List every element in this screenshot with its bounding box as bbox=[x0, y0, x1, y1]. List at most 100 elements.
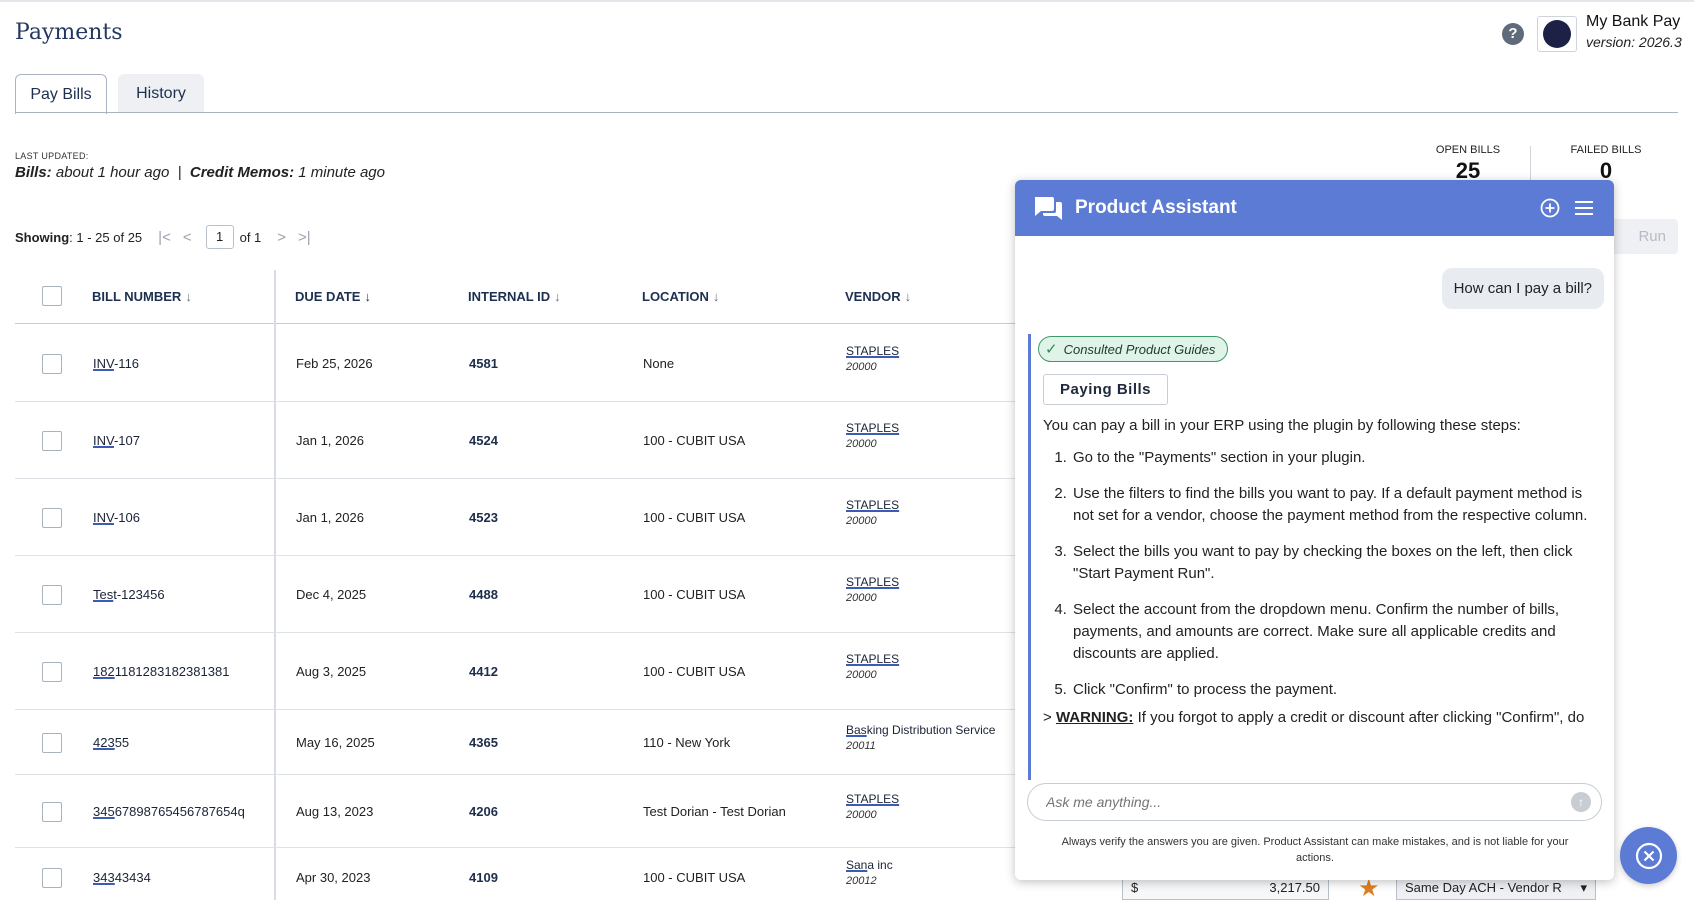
bill-number-link[interactable]: 34343434 bbox=[93, 870, 151, 885]
bill-number-rest: 55 bbox=[114, 734, 130, 750]
page-number-input[interactable]: 1 bbox=[205, 225, 234, 249]
bank-logo-icon bbox=[1543, 20, 1571, 48]
sort-arrow-icon[interactable]: ↓ bbox=[185, 289, 192, 304]
due-date: Jan 1, 2026 bbox=[296, 509, 364, 525]
open-bills-stat: OPEN BILLS 25 bbox=[1418, 144, 1518, 184]
next-page-icon[interactable]: > bbox=[277, 229, 286, 246]
page-title: Payments bbox=[15, 20, 123, 45]
prev-page-icon[interactable]: < bbox=[183, 229, 192, 246]
bills-label: Bills: bbox=[15, 164, 52, 181]
column-bill-number[interactable]: BILL NUMBER ↓ bbox=[92, 289, 192, 304]
row-checkbox[interactable] bbox=[42, 430, 62, 451]
bill-number-link[interactable]: 34567898765456787654q bbox=[93, 804, 245, 819]
column-due-date-label: DUE DATE bbox=[295, 289, 361, 304]
bill-number-prefix: Tes bbox=[93, 586, 114, 602]
product-assistant-panel: Product Assistant How can I pay a bill? … bbox=[1015, 180, 1614, 880]
location: 110 - New York bbox=[643, 734, 731, 750]
column-internal-id-label: INTERNAL ID bbox=[468, 289, 551, 304]
vendor-name-prefix: STAPLES bbox=[846, 651, 900, 666]
last-updated-text: Bills: about 1 hour ago | Credit Memos: … bbox=[15, 164, 385, 181]
bank-logo bbox=[1537, 16, 1577, 52]
select-all-checkbox[interactable] bbox=[42, 286, 62, 306]
vendor-cell[interactable]: Sana inc 20012 bbox=[846, 858, 1014, 887]
bill-number-link[interactable]: INV-116 bbox=[93, 356, 139, 371]
column-internal-id[interactable]: INTERNAL ID ↓ bbox=[468, 289, 561, 304]
answer-intro: You can pay a bill in your ERP using the… bbox=[1043, 417, 1521, 434]
vendor-id: 20000 bbox=[846, 591, 877, 604]
vendor-cell[interactable]: Basking Distribution Service 20011 bbox=[846, 723, 1014, 752]
due-date: Apr 30, 2023 bbox=[296, 870, 371, 885]
new-chat-icon[interactable] bbox=[1540, 198, 1560, 218]
tab-history[interactable]: History bbox=[118, 74, 204, 113]
last-updated-label: LAST UPDATED: bbox=[15, 151, 89, 161]
row-checkbox[interactable] bbox=[42, 507, 62, 528]
bill-number-prefix: 343 bbox=[93, 870, 115, 885]
vendor-name-prefix: STAPLES bbox=[846, 420, 900, 435]
row-checkbox[interactable] bbox=[42, 732, 62, 753]
vendor-cell[interactable]: STAPLES 20000 bbox=[846, 575, 1014, 604]
bill-number-prefix: INV bbox=[93, 509, 114, 525]
bill-number-link[interactable]: INV-107 bbox=[93, 433, 140, 448]
row-checkbox[interactable] bbox=[42, 661, 62, 682]
vendor-cell[interactable]: STAPLES 20000 bbox=[846, 344, 1014, 373]
vendor-cell[interactable]: STAPLES 20000 bbox=[846, 652, 1014, 681]
column-vendor[interactable]: VENDOR ↓ bbox=[845, 289, 911, 304]
send-icon[interactable]: ↑ bbox=[1571, 792, 1591, 812]
column-due-date[interactable]: DUE DATE ↓ bbox=[295, 289, 371, 304]
stats-divider bbox=[1530, 146, 1531, 182]
answer-step: Select the account from the dropdown men… bbox=[1071, 599, 1594, 665]
due-date: Aug 13, 2023 bbox=[296, 803, 374, 819]
assistant-title: Product Assistant bbox=[1075, 197, 1237, 218]
tab-pay-bills[interactable]: Pay Bills bbox=[15, 74, 107, 114]
bill-number-link[interactable]: Test-123456 bbox=[93, 587, 165, 602]
vendor-name-prefix: STAPLES bbox=[846, 791, 900, 806]
memos-label: Credit Memos: bbox=[189, 164, 295, 181]
guide-source-tag[interactable]: Paying Bills bbox=[1043, 374, 1169, 405]
app-version: version: 2026.3 bbox=[1586, 34, 1682, 50]
failed-bills-label: FAILED BILLS bbox=[1570, 144, 1642, 156]
answer-step: Select the bills you want to pay by chec… bbox=[1071, 541, 1594, 585]
column-vendor-label: VENDOR bbox=[845, 289, 901, 304]
bill-number-link[interactable]: INV-106 bbox=[93, 510, 140, 525]
bill-number-prefix: 345 bbox=[93, 803, 115, 819]
ask-input[interactable] bbox=[1027, 783, 1602, 821]
pagination: Showing : 1 - 25 of 25 |< < 1 of 1 > >| bbox=[15, 225, 317, 249]
assistant-answer: ✓ Consulted Product Guides Paying Bills … bbox=[1028, 334, 1604, 780]
menu-icon[interactable] bbox=[1574, 200, 1594, 216]
warning-label: WARNING: bbox=[1055, 709, 1134, 726]
row-checkbox[interactable] bbox=[42, 584, 62, 605]
assistant-header: Product Assistant bbox=[1015, 180, 1614, 236]
internal-id: 4488 bbox=[469, 586, 498, 602]
row-checkbox[interactable] bbox=[42, 801, 62, 822]
vendor-id: 20000 bbox=[846, 360, 877, 373]
bill-number-prefix: 182 bbox=[93, 663, 115, 679]
answer-warning: > WARNING: If you forgot to apply a cred… bbox=[1043, 709, 1585, 726]
vendor-name: STAPLES bbox=[846, 792, 1014, 806]
answer-step: Click "Confirm" to process the payment. bbox=[1071, 679, 1594, 701]
column-location[interactable]: LOCATION ↓ bbox=[642, 289, 719, 304]
vendor-id: 20012 bbox=[846, 875, 877, 887]
first-page-icon[interactable]: |< bbox=[158, 229, 171, 246]
help-icon[interactable]: ? bbox=[1502, 23, 1524, 45]
sort-arrow-icon[interactable]: ↓ bbox=[713, 289, 720, 304]
vendor-cell[interactable]: STAPLES 20000 bbox=[846, 792, 1014, 821]
bill-number-prefix: 423 bbox=[93, 734, 115, 750]
bill-number-link[interactable]: 1821181283182381381 bbox=[93, 664, 229, 679]
bills-updated: about 1 hour ago bbox=[55, 164, 170, 181]
vendor-id: 20000 bbox=[846, 808, 877, 821]
close-assistant-button[interactable] bbox=[1620, 827, 1677, 884]
sort-arrow-icon[interactable]: ↓ bbox=[905, 289, 912, 304]
column-bill-number-label: BILL NUMBER bbox=[92, 289, 182, 304]
vendor-cell[interactable]: STAPLES 20000 bbox=[846, 498, 1014, 527]
row-checkbox[interactable] bbox=[42, 353, 62, 374]
location: 100 - CUBIT USA bbox=[643, 870, 746, 885]
close-icon bbox=[1635, 842, 1662, 869]
row-checkbox[interactable] bbox=[42, 868, 62, 888]
bill-number-link[interactable]: 42355 bbox=[93, 735, 129, 750]
star-icon[interactable]: ★ bbox=[1358, 877, 1380, 900]
last-page-icon[interactable]: >| bbox=[298, 229, 311, 246]
vendor-name-prefix: STAPLES bbox=[846, 497, 900, 512]
vendor-cell[interactable]: STAPLES 20000 bbox=[846, 421, 1014, 450]
sort-arrow-icon[interactable]: ↓ bbox=[554, 289, 561, 304]
sort-arrow-icon[interactable]: ↓ bbox=[364, 289, 371, 304]
